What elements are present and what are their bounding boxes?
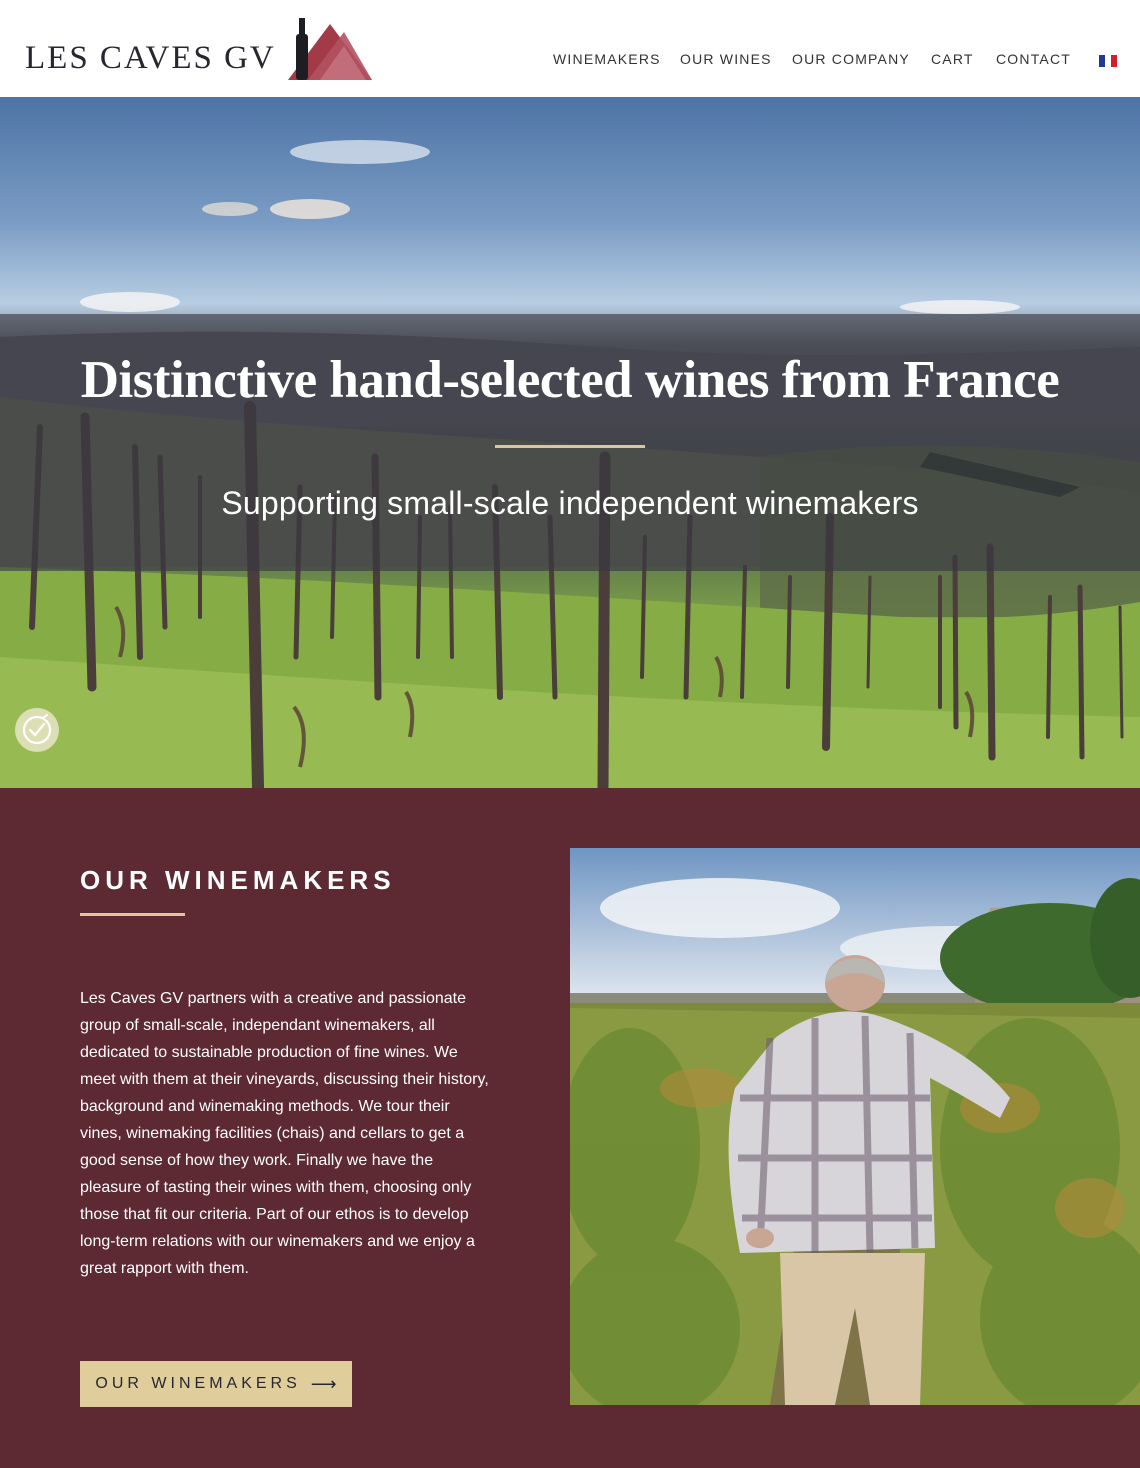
site-header: LES CAVES GV WINEMAKERS OUR WINES OUR CO… [0,0,1140,97]
our-winemakers-button[interactable]: OUR WINEMAKERS ⟶ [80,1361,352,1407]
accessibility-icon[interactable] [15,708,59,752]
logo-icon[interactable] [286,16,374,82]
winemakers-divider [80,913,185,916]
nav-our-wines[interactable]: OUR WINES [680,51,772,67]
hero-subtitle: Supporting small-scale independent winem… [221,485,919,521]
nav-our-company[interactable]: OUR COMPANY [792,51,910,67]
our-winemakers-button-label: OUR WINEMAKERS [95,1375,301,1392]
hero-banner: Distinctive hand-selected wines from Fra… [0,97,1140,788]
nav-winemakers[interactable]: WINEMAKERS [553,51,661,67]
nav-cart[interactable]: CART [931,51,974,67]
french-flag-icon[interactable] [1099,55,1117,67]
winemaker-photo [570,848,1140,1405]
winemakers-section: OUR WINEMAKERS Les Caves GV partners wit… [0,788,1140,1468]
hero-divider [495,445,645,448]
arrow-right-icon: ⟶ [310,1373,337,1394]
main-nav: WINEMAKERS OUR WINES OUR COMPANY CART CO… [0,51,1140,71]
nav-contact[interactable]: CONTACT [996,51,1071,67]
winemakers-heading: OUR WINEMAKERS [80,865,396,895]
winemakers-description: Les Caves GV partners with a creative an… [80,990,489,1277]
hero-title: Distinctive hand-selected wines from Fra… [80,351,1060,409]
